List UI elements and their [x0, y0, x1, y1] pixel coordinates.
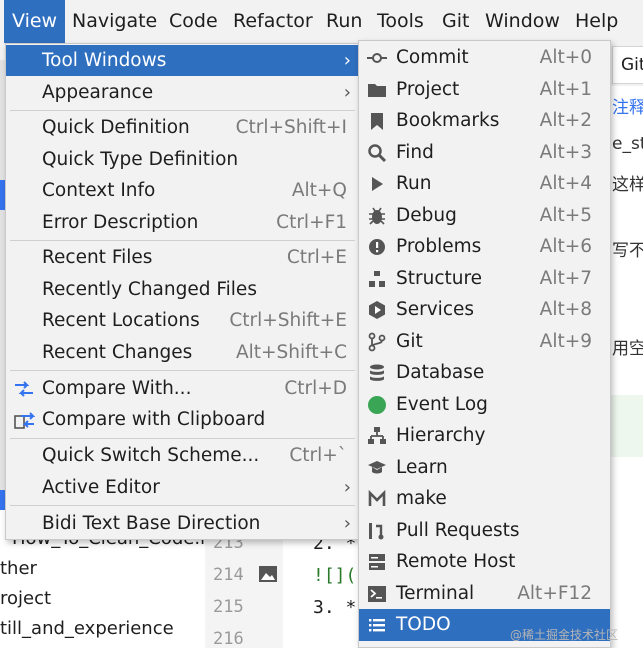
tool-window-git[interactable]: Git Alt+9 — [359, 326, 610, 358]
terminal-icon — [368, 586, 386, 602]
search-icon — [368, 144, 387, 163]
learn-icon — [368, 461, 386, 474]
tool-window-learn[interactable]: Learn — [359, 452, 610, 484]
tool-window-services[interactable]: Services Alt+8 — [359, 294, 610, 326]
services-icon — [369, 301, 385, 319]
compare-icon — [15, 381, 33, 397]
tool-window-find[interactable]: Find Alt+3 — [359, 137, 610, 169]
menu-navigate[interactable]: Navigate — [64, 0, 165, 43]
menu-help[interactable]: Help — [567, 0, 626, 43]
tool-window-database[interactable]: Database — [359, 357, 610, 389]
event-log-icon — [368, 396, 386, 414]
bookmark-icon — [371, 113, 383, 130]
editor-snippet: e_st — [612, 134, 643, 154]
tree-item[interactable]: roject — [0, 588, 51, 609]
menu-item-quick-type-definition[interactable]: Quick Type Definition — [6, 144, 359, 175]
menu-run[interactable]: Run — [318, 0, 370, 43]
editor-snippet: 写不 — [612, 241, 643, 261]
tool-windows-submenu: Commit Alt+0 Project Alt+1 Bookmarks Alt… — [358, 40, 611, 648]
line-number: 215 — [213, 597, 244, 617]
remote-host-icon — [369, 554, 385, 570]
tool-window-remote-host[interactable]: Remote Host — [359, 546, 610, 578]
tool-window-project[interactable]: Project Alt+1 — [359, 74, 610, 106]
menu-window[interactable]: Window — [477, 0, 568, 43]
menu-tools[interactable]: Tools — [369, 0, 432, 43]
menu-item-active-editor[interactable]: Active Editor › — [6, 472, 359, 503]
menu-item-recent-locations[interactable]: Recent Locations Ctrl+Shift+E — [6, 305, 359, 336]
menu-item-context-info[interactable]: Context Info Alt+Q — [6, 175, 359, 206]
menu-git[interactable]: Git — [434, 0, 477, 43]
menu-separator — [10, 110, 355, 111]
menu-item-recently-changed-files[interactable]: Recently Changed Files — [6, 274, 359, 305]
structure-icon — [369, 271, 385, 287]
todo-icon — [369, 619, 385, 632]
menu-item-appearance[interactable]: Appearance › — [6, 77, 359, 108]
menu-separator — [10, 370, 355, 371]
tool-window-make[interactable]: make — [359, 483, 610, 515]
pull-requests-icon — [369, 523, 384, 540]
tool-window-hierarchy[interactable]: Hierarchy — [359, 420, 610, 452]
tool-window-terminal[interactable]: Terminal Alt+F12 — [359, 578, 610, 610]
make-icon — [368, 489, 386, 506]
watermark: @稀土掘金技术社区 — [510, 628, 619, 642]
hierarchy-icon — [368, 427, 386, 444]
editor-tab[interactable]: Git — [612, 46, 643, 84]
tool-window-run[interactable]: Run Alt+4 — [359, 168, 610, 200]
chevron-right-icon: › — [343, 513, 351, 534]
menu-item-recent-files[interactable]: Recent Files Ctrl+E — [6, 242, 359, 273]
menu-item-tool-windows[interactable]: Tool Windows › — [6, 45, 359, 76]
menu-separator — [10, 438, 355, 439]
bug-icon — [369, 207, 385, 225]
tool-window-event-log[interactable]: Event Log — [359, 389, 610, 421]
git-icon — [368, 332, 386, 352]
tree-item[interactable]: till_and_experience — [0, 618, 174, 639]
tool-window-problems[interactable]: Problems Alt+6 — [359, 231, 610, 263]
code-line: ![]( — [313, 565, 357, 586]
chevron-right-icon: › — [343, 477, 351, 498]
tool-window-debug[interactable]: Debug Alt+5 — [359, 200, 610, 232]
chevron-right-icon: › — [343, 82, 351, 103]
menu-bar: View Navigate Code Refactor Run Tools Gi… — [0, 0, 643, 43]
menu-item-quick-switch-scheme[interactable]: Quick Switch Scheme... Ctrl+` — [6, 440, 359, 471]
tree-item[interactable]: ther — [0, 558, 37, 579]
image-icon — [259, 566, 277, 582]
menu-item-recent-changes[interactable]: Recent Changes Alt+Shift+C — [6, 337, 359, 368]
tool-window-pull-requests[interactable]: Pull Requests — [359, 515, 610, 547]
menu-separator — [10, 505, 355, 506]
menu-item-quick-definition[interactable]: Quick Definition Ctrl+Shift+I — [6, 112, 359, 143]
menu-item-compare-with-clipboard[interactable]: Compare with Clipboard — [6, 404, 359, 435]
compare-clipboard-icon — [14, 412, 35, 429]
line-number: 214 — [213, 565, 244, 585]
menu-view[interactable]: View — [4, 0, 66, 43]
database-icon — [370, 364, 384, 381]
menu-item-bidi-text-base-direction[interactable]: Bidi Text Base Direction › — [6, 508, 359, 539]
problems-icon — [369, 239, 385, 255]
folder-icon — [368, 84, 386, 97]
chevron-right-icon: › — [343, 50, 351, 71]
menu-item-error-description[interactable]: Error Description Ctrl+F1 — [6, 207, 359, 238]
code-line: 3. * — [313, 597, 357, 618]
line-number-gutter: 213 214 215 216 — [205, 525, 283, 648]
run-icon — [372, 177, 383, 191]
editor-snippet: 注释 — [612, 98, 643, 118]
editor-snippet: 这样 — [612, 175, 643, 195]
editor-snippet: 用空 — [612, 339, 643, 359]
tool-window-structure[interactable]: Structure Alt+7 — [359, 263, 610, 295]
view-menu: Tool Windows › Appearance › Quick Defini… — [5, 43, 360, 540]
commit-icon — [367, 53, 387, 63]
menu-item-compare-with[interactable]: Compare With... Ctrl+D — [6, 373, 359, 404]
tool-window-commit[interactable]: Commit Alt+0 — [359, 42, 610, 74]
menu-separator — [10, 240, 355, 241]
menu-code[interactable]: Code — [161, 0, 226, 43]
tool-window-bookmarks[interactable]: Bookmarks Alt+2 — [359, 105, 610, 137]
menu-refactor[interactable]: Refactor — [225, 0, 321, 43]
line-number: 216 — [213, 629, 244, 648]
